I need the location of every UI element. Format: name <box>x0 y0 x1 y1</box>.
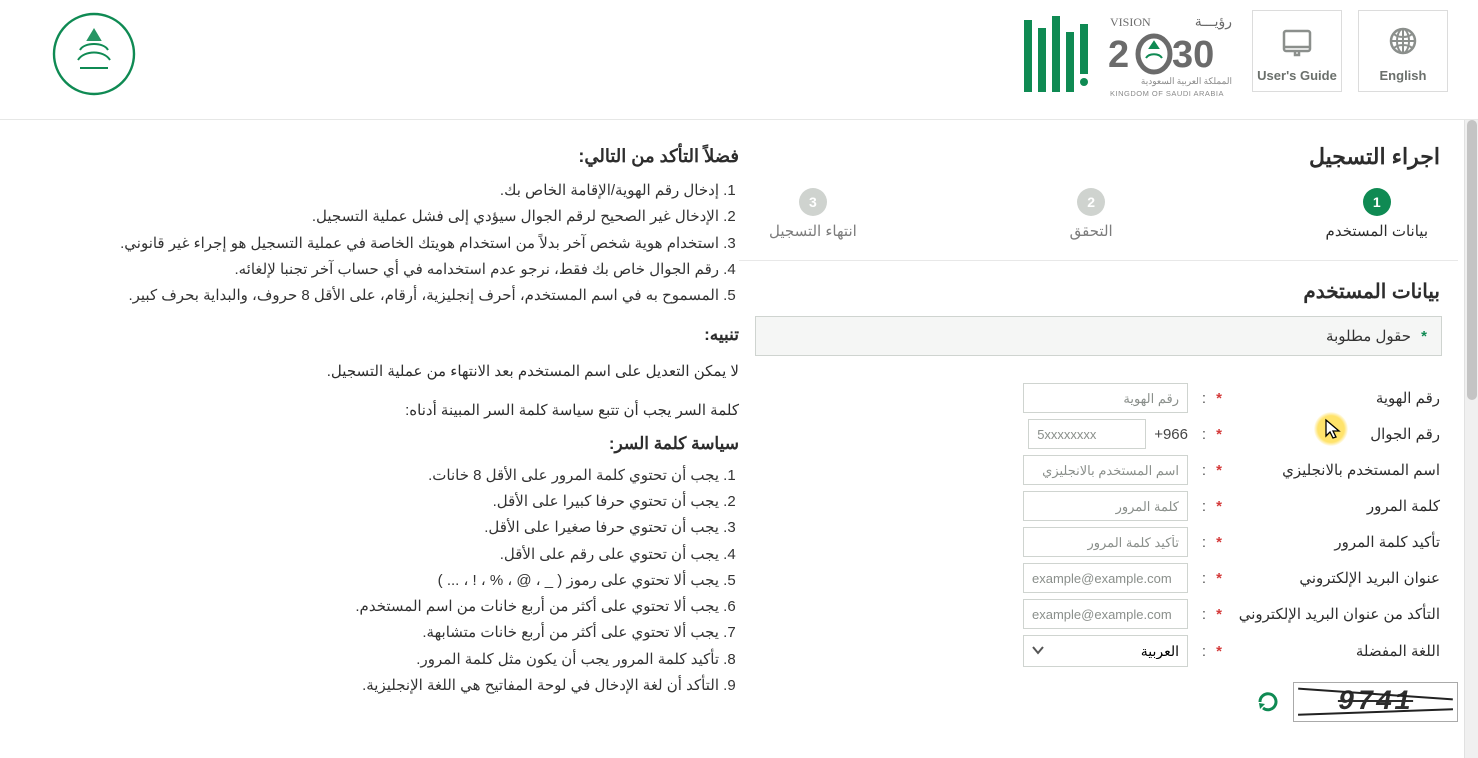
star: * <box>1210 498 1226 515</box>
password-item: يجب ألا تحتوي على رموز ( _ ، @ ، % ، ! ،… <box>36 569 719 592</box>
guide-label: User's Guide <box>1257 68 1337 83</box>
password-item: يجب ألا تحتوي على أكثر من أربع خانات متش… <box>36 621 719 644</box>
absher-logo <box>1020 10 1090 100</box>
colon: : <box>1192 498 1206 515</box>
password-item: يجب أن تحتوي كلمة المرور على الأقل 8 خان… <box>36 464 719 487</box>
vision-2030-logo: VISION رؤيـــة 2 30 المملكة العربية السع… <box>1106 10 1236 107</box>
globe-icon <box>1387 19 1419 62</box>
row-id: رقم الهوية * : <box>739 380 1458 416</box>
ensure-item: إدخال رقم الهوية/الإقامة الخاص بك. <box>36 179 719 202</box>
row-password: كلمة المرور * : <box>739 488 1458 524</box>
input-email-confirm[interactable] <box>1023 599 1188 629</box>
label-mobile: رقم الجوال <box>1230 425 1440 443</box>
step-2-label: التحقق <box>1070 222 1113 240</box>
ensure-item: الإدخال غير الصحيح لرقم الجوال سيؤدي إلى… <box>36 205 719 228</box>
label-username: اسم المستخدم بالانجليزي <box>1230 461 1440 479</box>
password-item: يجب أن تحتوي حرفا صغيرا على الأقل. <box>36 516 719 539</box>
input-username[interactable] <box>1023 455 1188 485</box>
required-fields-note: * حقول مطلوبة <box>755 316 1442 356</box>
star: * <box>1210 534 1226 551</box>
required-asterisk: * <box>1421 328 1427 345</box>
ensure-list: إدخال رقم الهوية/الإقامة الخاص بك. الإدخ… <box>36 179 739 307</box>
label-email-confirm: التأكد من عنوان البريد الإلكتروني <box>1230 605 1440 623</box>
page-title: اجراء التسجيل <box>739 130 1458 178</box>
row-email: عنوان البريد الإلكتروني * : <box>739 560 1458 596</box>
svg-text:2: 2 <box>1108 34 1129 76</box>
label-email: عنوان البريد الإلكتروني <box>1230 569 1440 587</box>
step-3-number: 3 <box>799 188 827 216</box>
form-section-title: بيانات المستخدم <box>739 261 1458 310</box>
row-username: اسم المستخدم بالانجليزي * : <box>739 452 1458 488</box>
star: * <box>1210 426 1226 443</box>
step-3: 3 انتهاء التسجيل <box>769 188 857 240</box>
colon: : <box>1192 643 1206 660</box>
star: * <box>1210 606 1226 623</box>
row-email-confirm: التأكد من عنوان البريد الإلكتروني * : <box>739 596 1458 632</box>
step-2-number: 2 <box>1077 188 1105 216</box>
ensure-item: رقم الجوال خاص بك فقط، نرجو عدم استخدامه… <box>36 258 719 281</box>
star: * <box>1210 643 1226 660</box>
password-item: التأكد أن لغة الإدخال في لوحة المفاتيح ه… <box>36 674 719 697</box>
password-item: تأكيد كلمة المرور يجب أن يكون مثل كلمة ا… <box>36 648 719 671</box>
star: * <box>1210 390 1226 407</box>
step-3-label: انتهاء التسجيل <box>769 222 857 240</box>
label-password-confirm: تأكيد كلمة المرور <box>1230 533 1440 551</box>
step-1-label: بيانات المستخدم <box>1326 222 1428 240</box>
star: * <box>1210 462 1226 479</box>
label-language: اللغة المفضلة <box>1230 642 1440 660</box>
colon: : <box>1192 606 1206 623</box>
colon: : <box>1192 534 1206 551</box>
input-password[interactable] <box>1023 491 1188 521</box>
step-1-number: 1 <box>1363 188 1391 216</box>
captcha-refresh-button[interactable] <box>1255 689 1281 715</box>
step-1: 1 بيانات المستخدم <box>1326 188 1428 240</box>
input-email[interactable] <box>1023 563 1188 593</box>
row-password-confirm: تأكيد كلمة المرور * : <box>739 524 1458 560</box>
captcha-image: 9741 <box>1293 682 1458 722</box>
row-language: اللغة المفضلة * : العربية <box>739 632 1458 670</box>
svg-text:رؤيـــة: رؤيـــة <box>1195 15 1232 30</box>
scroll-thumb[interactable] <box>1467 120 1477 400</box>
captcha-value: 9741 <box>1338 687 1413 718</box>
svg-text:KINGDOM OF SAUDI ARABIA: KINGDOM OF SAUDI ARABIA <box>1110 89 1224 98</box>
label-password: كلمة المرور <box>1230 497 1440 515</box>
colon: : <box>1192 390 1206 407</box>
vertical-scrollbar[interactable] <box>1464 120 1478 758</box>
ensure-title: فضلاً التأكد من التالي: <box>36 146 739 167</box>
svg-text:VISION: VISION <box>1110 15 1151 29</box>
password-policy-list: يجب أن تحتوي كلمة المرور على الأقل 8 خان… <box>36 464 739 697</box>
warning-title: تنبيه: <box>36 325 739 345</box>
password-item: يجب أن تحتوي حرفا كبيرا على الأقل. <box>36 490 719 513</box>
password-policy-title: سياسة كلمة السر: <box>36 434 739 454</box>
ensure-item: استخدام هوية شخص آخر بدلاً من استخدام هو… <box>36 232 719 255</box>
header-bar: VISION رؤيـــة 2 30 المملكة العربية السع… <box>0 0 1478 120</box>
moi-emblem-logo <box>50 10 138 103</box>
star: * <box>1210 570 1226 587</box>
password-item: يجب أن تحتوي على رقم على الأقل. <box>36 543 719 566</box>
colon: : <box>1192 462 1206 479</box>
row-mobile: رقم الجوال * : +966 <box>739 416 1458 452</box>
input-password-confirm[interactable] <box>1023 527 1188 557</box>
registration-stepper: 1 بيانات المستخدم 2 التحقق 3 انتهاء التس… <box>739 178 1458 261</box>
select-language[interactable]: العربية <box>1023 635 1188 667</box>
dial-code: +966 <box>1154 426 1188 443</box>
warning-line: كلمة السر يجب أن تتبع سياسة كلمة السر ال… <box>36 399 739 422</box>
book-icon <box>1280 21 1314 62</box>
password-item: يجب ألا تحتوي على أكثر من أربع خانات من … <box>36 595 719 618</box>
svg-text:المملكة العربية السعودية: المملكة العربية السعودية <box>1141 76 1232 87</box>
step-2: 2 التحقق <box>1070 188 1113 240</box>
label-id: رقم الهوية <box>1230 389 1440 407</box>
english-label: English <box>1380 68 1427 83</box>
required-label: حقول مطلوبة <box>1326 328 1411 345</box>
input-id[interactable] <box>1023 383 1188 413</box>
language-english-button[interactable]: English <box>1358 10 1448 92</box>
input-mobile[interactable] <box>1028 419 1146 449</box>
colon: : <box>1192 570 1206 587</box>
colon: : <box>1192 426 1206 443</box>
users-guide-button[interactable]: User's Guide <box>1252 10 1342 92</box>
ensure-item: المسموح به في اسم المستخدم، أحرف إنجليزي… <box>36 284 719 307</box>
svg-text:30: 30 <box>1172 34 1214 76</box>
warning-line: لا يمكن التعديل على اسم المستخدم بعد الا… <box>36 360 739 383</box>
